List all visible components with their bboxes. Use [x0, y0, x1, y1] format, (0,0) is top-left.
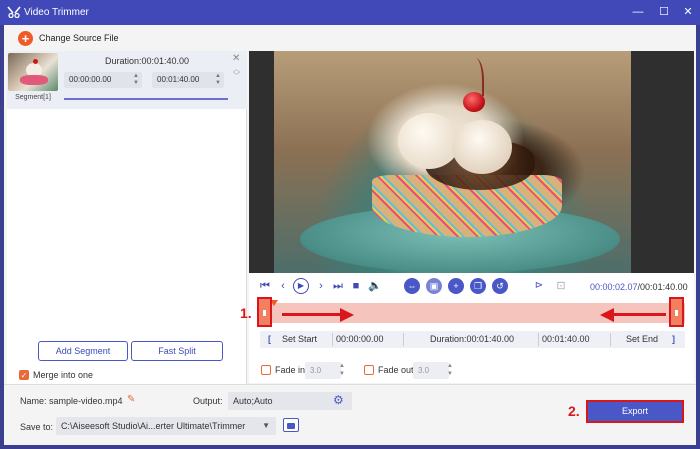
frame-cherry-shape [463, 92, 485, 112]
fade-in-value: 3.0 [310, 366, 322, 375]
frame-scoop-shape [398, 113, 460, 169]
segment-thumbnail [8, 53, 58, 91]
prev-frame-icon[interactable]: ‹ [276, 279, 290, 293]
set-start-bracket-icon: [ [268, 334, 271, 344]
arrow-left-line [612, 313, 666, 316]
fast-split-button[interactable]: Fast Split [131, 341, 223, 361]
skip-start-icon[interactable]: ⏮ [258, 279, 272, 293]
chevron-down-icon: ▼ [262, 421, 270, 430]
end-time-field[interactable]: 00:01:40.00 [542, 331, 590, 348]
right-trim-handle[interactable] [669, 297, 684, 327]
trim-duration: Duration:00:01:40.00 [430, 334, 515, 344]
segment-start-field[interactable]: 00:00:00.00 ▲ ▼ [64, 72, 142, 88]
save-to-label: Save to: [20, 422, 54, 432]
change-source-button[interactable]: + Change Source File [18, 31, 218, 47]
merge-checkbox[interactable]: ✓ [19, 370, 29, 380]
folder-icon[interactable] [283, 418, 299, 432]
split-icon[interactable]: ⇔ [404, 278, 420, 294]
add-segment-button[interactable]: Add Segment [38, 341, 128, 361]
maximize-button[interactable]: ☐ [656, 4, 672, 20]
frame-scoop-shape [452, 120, 512, 174]
change-source-label: Change Source File [39, 33, 119, 43]
set-out-icon[interactable]: ⊡ [554, 279, 568, 293]
segment-progress-bar [64, 98, 228, 100]
window-title: Video Trimmer [24, 7, 89, 18]
title-bar: Video Trimmer — ☐ ✕ [0, 0, 700, 25]
fade-out-checkbox[interactable] [364, 365, 374, 375]
fade-in-checkbox[interactable] [261, 365, 271, 375]
set-in-icon[interactable]: ⊳ [532, 279, 546, 293]
set-start-button[interactable]: Set Start [282, 331, 317, 348]
close-button[interactable]: ✕ [680, 4, 696, 20]
next-frame-icon[interactable]: › [314, 279, 328, 293]
save-path-select[interactable]: C:\Aiseesoft Studio\Ai...erter Ultimate\… [56, 417, 276, 435]
output-format-value: Auto;Auto [233, 396, 273, 406]
plus-icon: + [18, 31, 33, 46]
set-end-bracket-icon: ] [672, 334, 675, 344]
set-end-button[interactable]: Set End [626, 331, 658, 348]
fade-in-field[interactable]: 3.0 [305, 362, 341, 379]
segment-end-field[interactable]: 00:01:40.00 ▲ ▼ [152, 72, 224, 88]
name-label: Name: [20, 396, 47, 406]
reset-icon[interactable]: ↺ [492, 278, 508, 294]
start-time-field[interactable]: 00:00:00.00 [336, 331, 384, 348]
stepper-icon[interactable]: ▲ ▼ [214, 73, 222, 87]
fade-in-stepper-icon[interactable]: ▲ ▼ [339, 362, 345, 378]
export-button[interactable]: Export [586, 400, 684, 423]
save-path-value: C:\Aiseesoft Studio\Ai...erter Ultimate\… [61, 421, 246, 431]
segment-start-value: 00:00:00.00 [69, 75, 112, 84]
current-time: 00:00:02.07 [590, 282, 638, 292]
fade-out-label: Fade out [378, 365, 414, 375]
stop-icon[interactable]: ■ [349, 279, 363, 293]
fade-in-label: Fade in [275, 365, 306, 375]
segment-label: Segment[1] [15, 94, 51, 101]
arrow-right-line [282, 313, 342, 316]
minimize-button[interactable]: — [630, 4, 646, 20]
skip-end-icon[interactable]: ⏭ [331, 279, 345, 293]
stepper-icon[interactable]: ▲ ▼ [132, 73, 140, 87]
step1-callout: 1. [240, 305, 252, 321]
trim-settings-row: [ Set Start 00:00:00.00 Duration:00:01:4… [260, 331, 685, 348]
left-trim-handle[interactable] [257, 297, 272, 327]
move-down-icon[interactable]: ﹀ [233, 71, 240, 81]
copy-icon[interactable]: ❐ [470, 278, 486, 294]
add-icon[interactable]: + [448, 278, 464, 294]
remove-segment-icon[interactable]: ✕ [232, 53, 240, 64]
fade-out-value: 3.0 [418, 366, 430, 375]
snapshot-icon[interactable]: ▣ [426, 278, 442, 294]
total-time: /00:01:40.00 [637, 282, 688, 292]
segment-duration: Duration:00:01:40.00 [104, 56, 190, 66]
play-button[interactable]: ▶ [293, 278, 309, 294]
fade-out-field[interactable]: 3.0 [413, 362, 449, 379]
fade-out-stepper-icon[interactable]: ▲ ▼ [447, 362, 453, 378]
time-readout: 00:00:02.07/00:01:40.00 [590, 282, 688, 292]
volume-icon[interactable]: 🔈 [368, 279, 382, 293]
step2-callout: 2. [568, 403, 580, 419]
settings-gear-icon[interactable]: ⚙ [333, 393, 344, 407]
merge-label: Merge into one [33, 370, 94, 380]
output-label: Output: [193, 396, 223, 406]
file-name: sample-video.mp4 [49, 396, 123, 406]
segment-end-value: 00:01:40.00 [157, 75, 200, 84]
arrow-right-icon [340, 308, 354, 322]
edit-name-icon[interactable]: ✎ [127, 394, 135, 405]
app-logo-icon [7, 6, 21, 19]
